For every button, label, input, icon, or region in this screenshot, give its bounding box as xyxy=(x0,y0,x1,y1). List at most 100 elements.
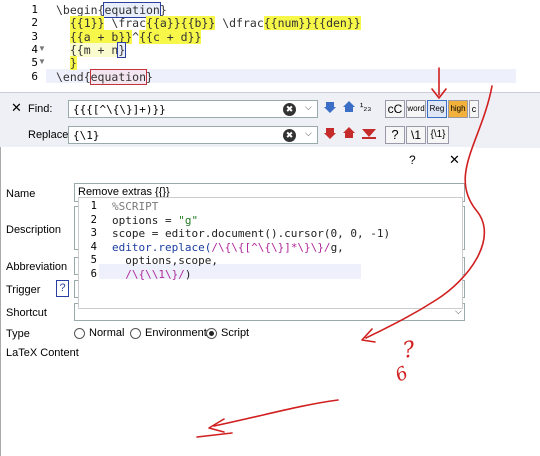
editor-code-token: equation xyxy=(89,68,148,85)
replace-next-down-icon[interactable] xyxy=(321,126,339,144)
editor-code-token: {{1}} xyxy=(69,16,105,31)
fold-marker-icon[interactable]: ▼ xyxy=(38,44,46,53)
editor-line-number: 1 xyxy=(31,3,38,16)
editor-line-number: 2 xyxy=(31,16,38,30)
find-history-dropdown-icon[interactable]: ⌵ xyxy=(305,102,312,113)
script-line-number: 3 xyxy=(90,227,97,239)
editor-code-token: {{num}} xyxy=(263,16,313,31)
editor-code-token xyxy=(56,56,70,70)
editor-code-token: \begin{ xyxy=(56,3,105,17)
script-code-token: "g" xyxy=(178,213,199,227)
replace-input[interactable]: {\1} xyxy=(68,126,318,144)
editor-code-token: equation xyxy=(103,2,161,18)
backreference-button[interactable]: \1 xyxy=(406,126,426,144)
replace-all-icon[interactable] xyxy=(360,126,378,144)
script-code-token xyxy=(112,268,125,281)
editor-code-line[interactable]: \end{equation} xyxy=(56,68,153,85)
editor-code-token: } xyxy=(69,56,77,71)
trigger-label: Trigger xyxy=(6,284,41,296)
script-code-line[interactable]: editor.replace(/\{\{[^\{\}]*\}\}/g, xyxy=(112,241,344,254)
replace-previous-up-icon[interactable] xyxy=(340,126,358,144)
replace-label: Replace: xyxy=(28,129,72,141)
dialog-help-button[interactable]: ? xyxy=(409,153,416,167)
cursor-toggle[interactable]: c xyxy=(469,100,479,118)
type-option-script-label: Script xyxy=(221,327,250,339)
type-label: Type xyxy=(6,328,30,340)
script-code-token: g, xyxy=(330,240,344,254)
script-code-line[interactable]: options = "g" xyxy=(112,214,198,227)
script-code-token: options = xyxy=(112,213,179,227)
editor-code-line[interactable]: {{1}} \frac{{a}}{{b}} \dfrac{{num}}{{den… xyxy=(56,16,361,31)
script-code-token: scope = editor.document().cursor(0, 0, -… xyxy=(112,227,391,240)
fold-marker-icon[interactable]: ▼ xyxy=(38,57,46,66)
editor-code-token: {{b}} xyxy=(180,16,216,31)
editor-line-number: 6 xyxy=(31,69,38,83)
editor-code-line[interactable]: \begin{equation} xyxy=(56,2,167,18)
type-option-environment-label: Environment xyxy=(145,327,207,339)
editor-code-token: {{c + d}} xyxy=(139,29,202,44)
find-next-down-icon[interactable] xyxy=(321,100,339,118)
abbreviation-label: Abbreviation xyxy=(6,261,68,273)
replace-history-dropdown-icon[interactable]: ⌵ xyxy=(305,128,312,139)
type-radio-normal[interactable] xyxy=(74,328,85,339)
editor-code-token: {{den}} xyxy=(312,16,361,31)
script-code-token: ) xyxy=(184,267,192,281)
editor-code-token: {{a + b}} xyxy=(69,29,133,44)
find-previous-up-icon[interactable] xyxy=(340,100,358,118)
editor-code-token: } xyxy=(159,3,167,17)
type-radio-environment[interactable] xyxy=(130,328,141,339)
shortcut-label: Shortcut xyxy=(6,307,47,319)
editor-code-token: } xyxy=(117,41,127,58)
type-radio-script[interactable] xyxy=(206,328,217,339)
script-line-number: 6 xyxy=(90,267,97,280)
close-icon[interactable]: ✕ xyxy=(11,100,22,116)
script-code-token: editor.replace( xyxy=(112,240,212,254)
type-option-normal-label: Normal xyxy=(89,327,125,339)
editor-code-token: {{a}} xyxy=(146,16,181,31)
regex-toggle[interactable]: Reg xyxy=(427,100,447,118)
find-input[interactable]: {{{[^\{\}]+)}} xyxy=(68,100,318,118)
trigger-help-button[interactable]: ? xyxy=(56,280,69,297)
editor-line-number: 4 xyxy=(31,42,38,56)
editor-code-token: \end{ xyxy=(56,69,91,84)
script-code-line[interactable]: scope = editor.document().cursor(0, 0, -… xyxy=(112,227,390,240)
editor-code-token xyxy=(56,30,70,44)
count-matches-icon[interactable]: ¹₂₃ xyxy=(360,102,371,113)
script-code-token: options,scope, xyxy=(112,254,218,267)
find-replace-bar: ✕ Find: {{{[^\{\}]+)}} ✖ ⌵ ¹₂₃ cC word R… xyxy=(0,92,540,148)
find-label: Find: xyxy=(28,103,53,115)
script-code-line[interactable]: %SCRIPT xyxy=(112,200,158,213)
highlight-all-toggle[interactable]: high xyxy=(448,100,468,118)
script-line-number: 5 xyxy=(90,254,97,266)
editor-code-token xyxy=(56,16,70,30)
name-label: Name xyxy=(6,188,36,200)
script-line-number: 4 xyxy=(90,240,97,253)
clear-find-icon[interactable]: ✖ xyxy=(283,103,296,116)
editor-code-token: \frac xyxy=(104,16,147,31)
clear-replace-icon[interactable]: ✖ xyxy=(283,129,296,142)
whole-word-toggle[interactable]: word xyxy=(406,100,426,118)
script-code-token: /\{\\1\}/ xyxy=(125,267,185,281)
dialog-close-button[interactable]: ✕ xyxy=(449,152,460,168)
editor-code-token xyxy=(56,43,70,57)
case-sensitive-toggle[interactable]: cC xyxy=(385,100,405,118)
editor-code-line[interactable]: } xyxy=(56,56,77,71)
script-code-token: /\{\{[^\{\}]*\}\}/ xyxy=(211,240,331,254)
script-line-number: 2 xyxy=(90,213,97,226)
script-line-number: 1 xyxy=(90,200,97,212)
regex-help-button[interactable]: ? xyxy=(385,126,405,144)
script-code-line[interactable]: options,scope, xyxy=(112,254,218,267)
group-insert-button[interactable]: {\1} xyxy=(427,126,449,144)
editor-code-line[interactable]: {{m + n} xyxy=(56,41,127,58)
editor-line-number: 5 xyxy=(31,56,38,70)
script-code-token: %SCRIPT xyxy=(112,200,159,213)
editor-code-token: } xyxy=(146,69,153,84)
editor-code-line[interactable]: {{a + b}}^{{c + d}} xyxy=(56,29,202,44)
editor-code-token: \dfrac xyxy=(215,16,264,31)
code-editor[interactable]: 123456 \begin{equation} {{1}} \frac{{a}}… xyxy=(0,0,540,92)
script-code-line[interactable]: /\{\\1\}/) xyxy=(112,268,191,281)
script-content-editor[interactable]: 123456 %SCRIPT options = "g" scope = edito… xyxy=(78,197,463,309)
editor-code-token: {{m + n xyxy=(69,42,119,57)
description-label: Description xyxy=(6,224,62,236)
editor-line-number: 3 xyxy=(31,29,38,43)
